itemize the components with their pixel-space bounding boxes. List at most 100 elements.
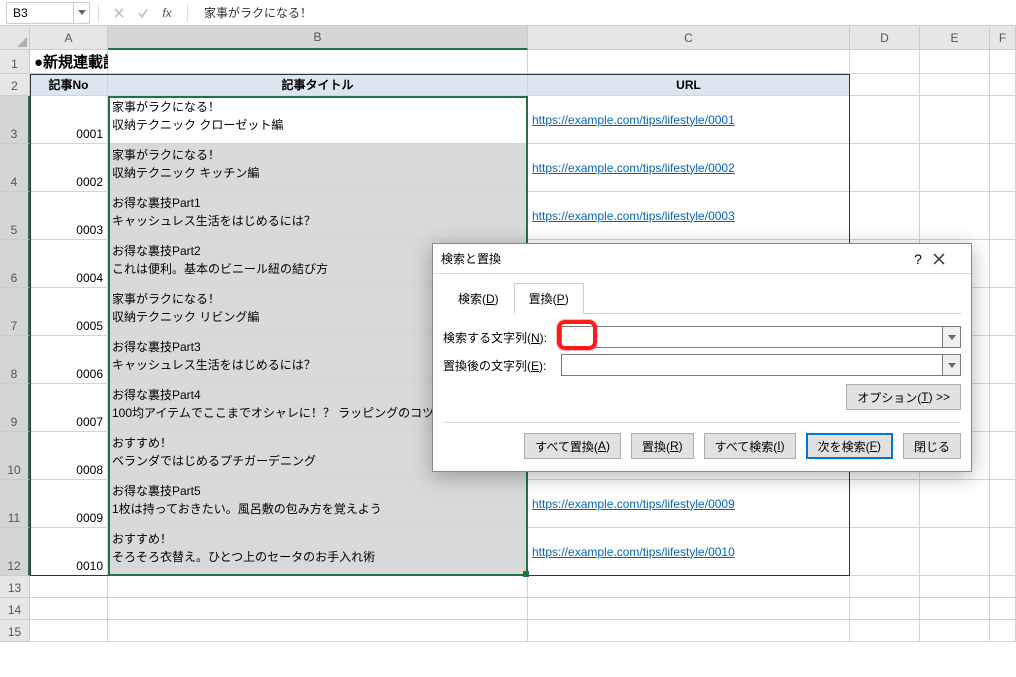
cell[interactable] — [990, 96, 1016, 144]
replace-input[interactable] — [561, 354, 943, 376]
close-button[interactable] — [933, 253, 963, 265]
cell[interactable] — [850, 96, 920, 144]
cell[interactable] — [920, 144, 990, 192]
cell[interactable]: 0002 — [30, 144, 108, 192]
cell[interactable]: 0004 — [30, 240, 108, 288]
cell[interactable] — [990, 528, 1016, 576]
find-dropdown[interactable] — [943, 326, 961, 348]
row-header-15[interactable]: 15 — [0, 620, 30, 642]
col-header-F[interactable]: F — [990, 26, 1016, 50]
select-all-corner[interactable] — [0, 26, 30, 50]
url-link[interactable]: https://example.com/tips/lifestyle/0003 — [532, 209, 735, 223]
cell[interactable] — [990, 384, 1016, 432]
cell[interactable] — [920, 50, 990, 74]
find-all-button[interactable]: すべて検索(I) — [704, 433, 796, 459]
cell[interactable] — [990, 288, 1016, 336]
cell[interactable] — [850, 192, 920, 240]
col-header-D[interactable]: D — [850, 26, 920, 50]
cell[interactable]: https://example.com/tips/lifestyle/0003 — [528, 192, 850, 240]
dialog-titlebar[interactable]: 検索と置換 ? — [433, 244, 971, 274]
row-header-14[interactable]: 14 — [0, 598, 30, 620]
enter-icon[interactable] — [133, 3, 153, 23]
row-header-9[interactable]: 9 — [0, 384, 30, 432]
cell[interactable]: 0001 — [30, 96, 108, 144]
row-header-5[interactable]: 5 — [0, 192, 30, 240]
cell[interactable] — [528, 598, 850, 620]
url-link[interactable]: https://example.com/tips/lifestyle/0009 — [532, 497, 735, 511]
cell[interactable] — [990, 240, 1016, 288]
cell[interactable] — [920, 620, 990, 642]
col-header-A[interactable]: A — [30, 26, 108, 50]
cell[interactable]: 0010 — [30, 528, 108, 576]
row-header-7[interactable]: 7 — [0, 288, 30, 336]
url-link[interactable]: https://example.com/tips/lifestyle/0001 — [532, 113, 735, 127]
cell[interactable]: 0008 — [30, 432, 108, 480]
cell[interactable] — [850, 144, 920, 192]
help-button[interactable]: ? — [903, 251, 933, 267]
row-header-6[interactable]: 6 — [0, 240, 30, 288]
cell[interactable]: 家事がラクになる！ 収納テクニック キッチン編 — [108, 144, 528, 192]
cell[interactable] — [990, 192, 1016, 240]
cell[interactable]: 記事No — [30, 74, 108, 96]
url-link[interactable]: https://example.com/tips/lifestyle/0002 — [532, 161, 735, 175]
row-header-2[interactable]: 2 — [0, 74, 30, 96]
cell[interactable]: おすすめ！ そろそろ衣替え。ひとつ上のセータのお手入れ術 — [108, 528, 528, 576]
find-input[interactable] — [561, 326, 943, 348]
row-header-3[interactable]: 3 — [0, 96, 30, 144]
cell[interactable] — [108, 620, 528, 642]
cell[interactable] — [990, 480, 1016, 528]
cell[interactable] — [850, 74, 920, 96]
cell[interactable] — [850, 528, 920, 576]
cell[interactable]: 0005 — [30, 288, 108, 336]
row-header-12[interactable]: 12 — [0, 528, 30, 576]
cell[interactable] — [108, 50, 528, 74]
cell[interactable]: https://example.com/tips/lifestyle/0002 — [528, 144, 850, 192]
row-header-13[interactable]: 13 — [0, 576, 30, 598]
cell[interactable] — [528, 576, 850, 598]
cell[interactable] — [850, 598, 920, 620]
options-button[interactable]: オプション(T) >> — [846, 384, 961, 410]
close-button[interactable]: 閉じる — [903, 433, 961, 459]
cell[interactable] — [108, 598, 528, 620]
cell[interactable] — [850, 480, 920, 528]
name-box[interactable]: B3 — [6, 2, 74, 24]
cell[interactable]: 0006 — [30, 336, 108, 384]
cell[interactable] — [990, 620, 1016, 642]
col-header-E[interactable]: E — [920, 26, 990, 50]
find-next-button[interactable]: 次を検索(F) — [806, 433, 893, 459]
cell[interactable] — [850, 620, 920, 642]
cell[interactable] — [920, 96, 990, 144]
row-header-11[interactable]: 11 — [0, 480, 30, 528]
cell[interactable] — [990, 598, 1016, 620]
cell[interactable] — [920, 480, 990, 528]
cell[interactable] — [30, 620, 108, 642]
cell[interactable] — [990, 432, 1016, 480]
cell[interactable] — [528, 50, 850, 74]
cell[interactable] — [990, 74, 1016, 96]
cell[interactable] — [920, 74, 990, 96]
formula-input[interactable]: 家事がラクになる！ — [196, 4, 1016, 21]
cell[interactable]: 記事タイトル — [108, 74, 528, 96]
cell[interactable]: 0007 — [30, 384, 108, 432]
cell[interactable] — [990, 144, 1016, 192]
cell[interactable] — [920, 598, 990, 620]
cell[interactable] — [108, 576, 528, 598]
cell[interactable]: ●新規連載記事リスト — [30, 50, 108, 74]
cell[interactable] — [30, 576, 108, 598]
col-header-B[interactable]: B — [108, 26, 528, 50]
fx-icon[interactable]: fx — [157, 3, 177, 23]
row-header-10[interactable]: 10 — [0, 432, 30, 480]
cell[interactable] — [990, 336, 1016, 384]
row-header-8[interactable]: 8 — [0, 336, 30, 384]
col-header-C[interactable]: C — [528, 26, 850, 50]
cell[interactable]: 家事がラクになる！ 収納テクニック クローゼット編 — [108, 96, 528, 144]
cell[interactable] — [990, 50, 1016, 74]
cell[interactable] — [850, 576, 920, 598]
row-header-4[interactable]: 4 — [0, 144, 30, 192]
cell[interactable] — [920, 576, 990, 598]
cell[interactable] — [850, 50, 920, 74]
cell[interactable]: https://example.com/tips/lifestyle/0009 — [528, 480, 850, 528]
cell[interactable]: お得な裏技Part1 キャッシュレス生活をはじめるには？ — [108, 192, 528, 240]
cell[interactable]: https://example.com/tips/lifestyle/0001 — [528, 96, 850, 144]
cell[interactable] — [920, 528, 990, 576]
